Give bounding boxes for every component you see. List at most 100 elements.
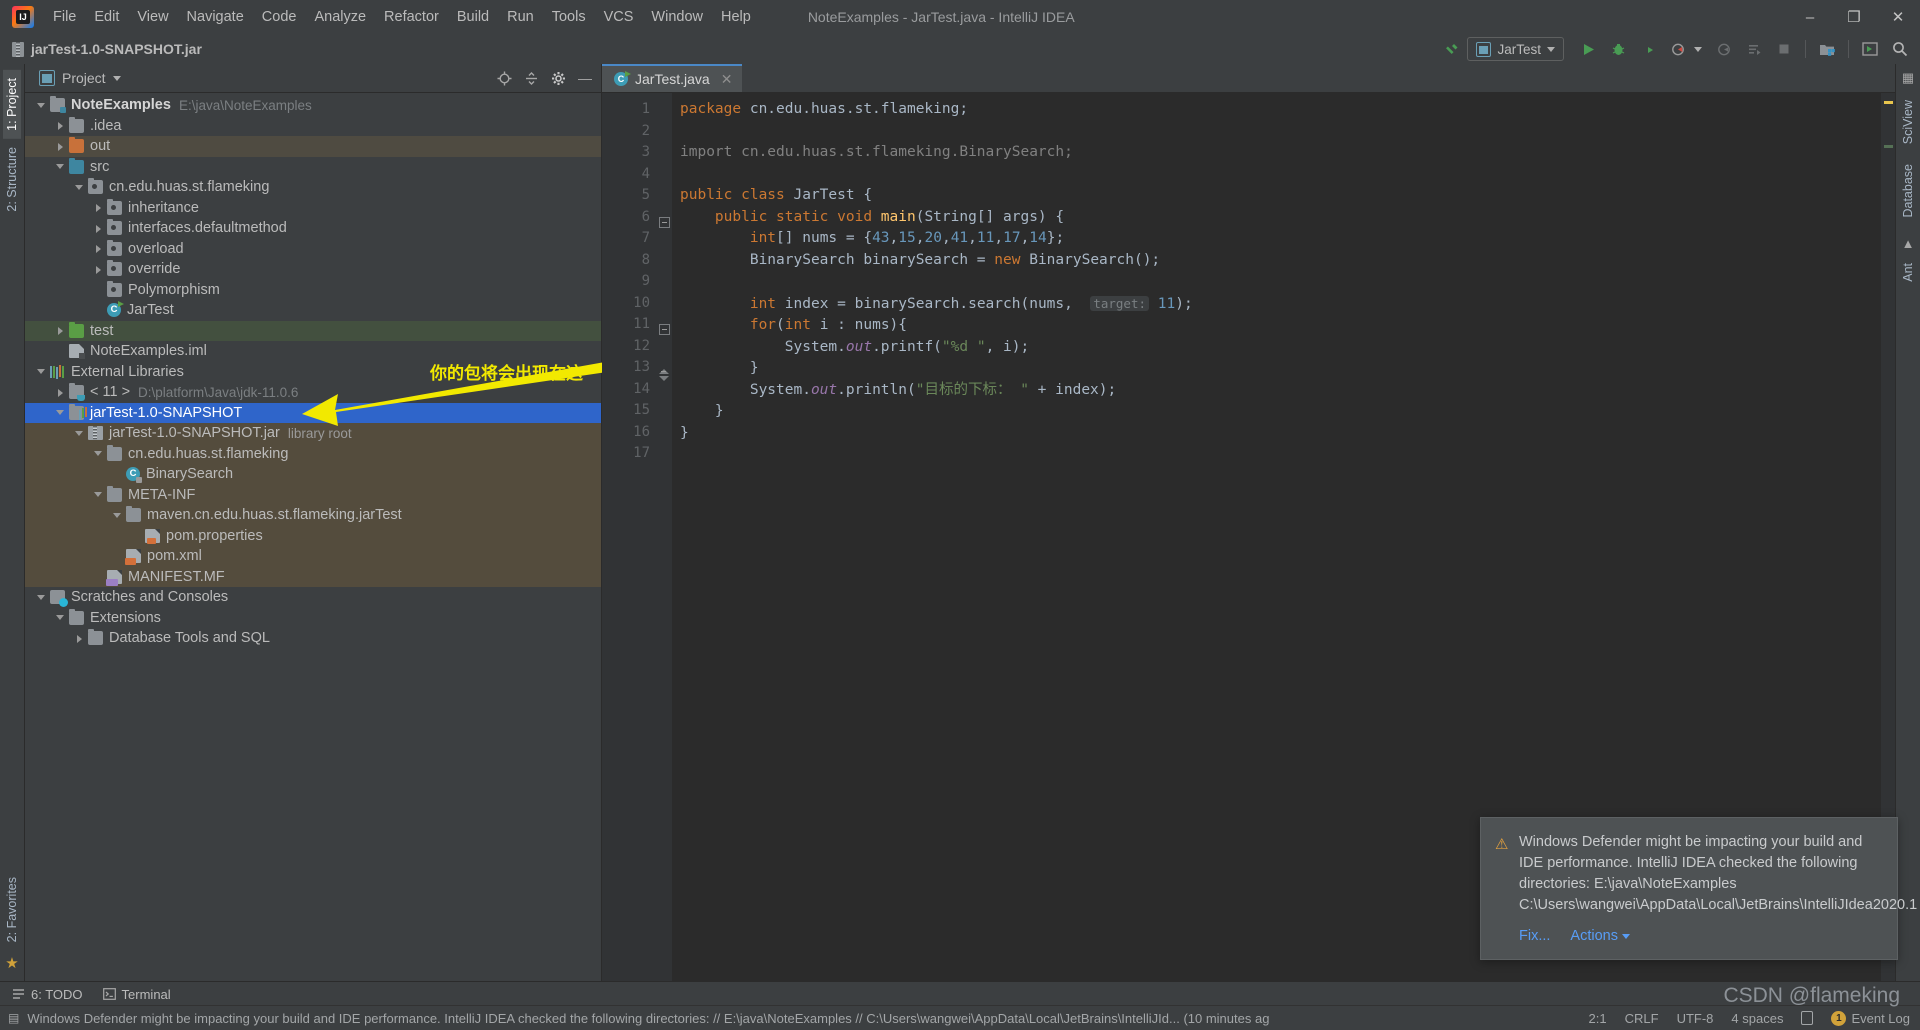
caret-position[interactable]: 2:1 [1589, 1011, 1607, 1026]
chevron-down-icon[interactable] [73, 181, 86, 194]
sidebar-tab-structure[interactable]: 2: Structure [3, 139, 21, 220]
fold-marker-main[interactable] [658, 213, 672, 235]
fold-marker-for[interactable] [658, 320, 672, 342]
chevron-down-icon[interactable] [35, 365, 48, 378]
run-icon[interactable] [1574, 36, 1602, 62]
file-encoding[interactable]: UTF-8 [1677, 1011, 1714, 1026]
chevron-down-icon[interactable] [54, 160, 67, 173]
tree-row[interactable]: < 11 > D:\platform\Java\jdk-11.0.6 [25, 382, 601, 403]
menu-build[interactable]: Build [448, 5, 498, 29]
chevron-right-icon[interactable] [54, 140, 67, 153]
project-tree[interactable]: NoteExamples E:\java\NoteExamples .idea out… [25, 93, 601, 982]
fold-marker-for-end[interactable] [658, 363, 672, 385]
editor-tab-jartest[interactable]: JarTest.java ✕ [602, 64, 743, 92]
chevron-right-icon[interactable] [92, 263, 105, 276]
sidebar-tab-favorites[interactable]: 2: Favorites [3, 869, 21, 950]
editor-gutter[interactable]: 1 2 3 4 5 6 7 8 9 10 11 12 13 14 15 16 17 [602, 93, 672, 982]
chevron-down-icon[interactable] [111, 509, 124, 522]
menu-run[interactable]: Run [498, 5, 543, 29]
tree-row[interactable]: pom.properties [25, 525, 601, 546]
minimize-button[interactable]: – [1788, 0, 1832, 34]
tree-row[interactable]: Polymorphism [25, 280, 601, 301]
indent-setting[interactable]: 4 spaces [1731, 1011, 1783, 1026]
gutter-line-number[interactable]: 3 [602, 142, 658, 164]
sidebar-tab-database[interactable]: Database [1899, 156, 1917, 226]
close-button[interactable]: ✕ [1876, 0, 1920, 34]
tree-row[interactable]: maven.cn.edu.huas.st.flameking.jarTest [25, 505, 601, 526]
maximize-button[interactable]: ❐ [1832, 0, 1876, 34]
chevron-down-icon[interactable] [92, 488, 105, 501]
menu-tools[interactable]: Tools [543, 5, 595, 29]
actions-link[interactable]: Actions [1570, 926, 1618, 947]
tree-row[interactable]: C JarTest [25, 300, 601, 321]
tree-row[interactable]: override [25, 259, 601, 280]
sciview-grid-icon[interactable]: ▦ [1902, 70, 1914, 86]
tree-row[interactable]: cn.edu.huas.st.flameking [25, 443, 601, 464]
breadcrumb[interactable]: jarTest-1.0-SNAPSHOT.jar [0, 41, 202, 57]
chevron-down-icon[interactable] [73, 427, 86, 440]
stop-icon[interactable] [1770, 36, 1798, 62]
attach-icon[interactable] [1710, 36, 1738, 62]
gutter-line-number[interactable]: 4 [602, 164, 658, 186]
chevron-down-icon[interactable] [54, 611, 67, 624]
chevron-right-icon[interactable] [92, 222, 105, 235]
debug-icon[interactable] [1604, 36, 1632, 62]
chevron-down-icon[interactable] [92, 447, 105, 460]
tree-row[interactable]: cn.edu.huas.st.flameking [25, 177, 601, 198]
tree-row[interactable]: jarTest-1.0-SNAPSHOT [25, 402, 601, 423]
hide-panel-icon[interactable]: — [573, 67, 597, 89]
gutter-line-number[interactable]: 15 [602, 400, 658, 422]
gutter-line-number[interactable]: 6 [602, 207, 672, 229]
menu-file[interactable]: File [44, 5, 85, 29]
target-icon[interactable] [492, 67, 516, 89]
tree-row[interactable]: .idea [25, 116, 601, 137]
editor-fold-column[interactable] [658, 93, 672, 982]
gutter-line-number[interactable]: 10 [602, 293, 658, 315]
favorites-star-icon[interactable]: ★ [5, 950, 18, 976]
chevron-down-icon[interactable] [35, 591, 48, 604]
tree-row[interactable]: Extensions [25, 608, 601, 629]
gutter-line-number[interactable]: 16 [602, 422, 658, 444]
line-separator[interactable]: CRLF [1625, 1011, 1659, 1026]
gutter-line-number[interactable]: 9 [602, 271, 658, 293]
tree-row[interactable]: Scratches and Consoles [25, 587, 601, 608]
chevron-right-icon[interactable] [92, 242, 105, 255]
tree-row[interactable]: pom.xml [25, 546, 601, 567]
chevron-right-icon[interactable] [54, 386, 67, 399]
tree-row[interactable]: interfaces.defaultmethod [25, 218, 601, 239]
update-icon[interactable] [1740, 36, 1768, 62]
build-hammer-icon[interactable] [1437, 36, 1465, 62]
bottom-tab-terminal[interactable]: Terminal [95, 985, 179, 1004]
chevron-right-icon[interactable] [54, 324, 67, 337]
tree-row[interactable]: MANIFEST.MF [25, 566, 601, 587]
gutter-line-number[interactable]: 5 [602, 185, 672, 207]
tree-row[interactable]: inheritance [25, 198, 601, 219]
tree-row[interactable]: C BinarySearch [25, 464, 601, 485]
close-icon[interactable]: ✕ [721, 71, 733, 88]
gutter-line-number[interactable]: 1 [602, 99, 658, 121]
menu-analyze[interactable]: Analyze [305, 5, 375, 29]
tree-row[interactable]: Database Tools and SQL [25, 628, 601, 649]
menu-refactor[interactable]: Refactor [375, 5, 448, 29]
tree-row[interactable]: test [25, 320, 601, 341]
menu-vcs[interactable]: VCS [595, 5, 643, 29]
menu-navigate[interactable]: Navigate [178, 5, 253, 29]
run-configuration-selector[interactable]: JarTest [1467, 37, 1564, 61]
tree-row[interactable]: overload [25, 239, 601, 260]
gutter-line-number[interactable]: 17 [602, 443, 658, 465]
chevron-down-icon[interactable] [54, 406, 67, 419]
chevron-down-icon[interactable] [35, 99, 48, 112]
fix-link[interactable]: Fix... [1519, 926, 1550, 947]
chevron-down-icon[interactable] [112, 75, 121, 81]
ant-icon[interactable]: ▲ [1902, 236, 1915, 251]
chevron-down-icon[interactable] [1621, 934, 1630, 939]
gutter-line-number[interactable]: 11 [602, 314, 658, 336]
profiler-chevron-icon[interactable] [1694, 46, 1702, 52]
menu-edit[interactable]: Edit [85, 5, 128, 29]
gutter-line-number[interactable]: 12 [602, 336, 658, 358]
bottom-tab-todo[interactable]: 6: TODO [4, 985, 91, 1004]
chevron-right-icon[interactable] [92, 201, 105, 214]
menu-view[interactable]: View [128, 5, 177, 29]
menu-help[interactable]: Help [712, 5, 760, 29]
settings-gear-icon[interactable] [546, 67, 570, 89]
